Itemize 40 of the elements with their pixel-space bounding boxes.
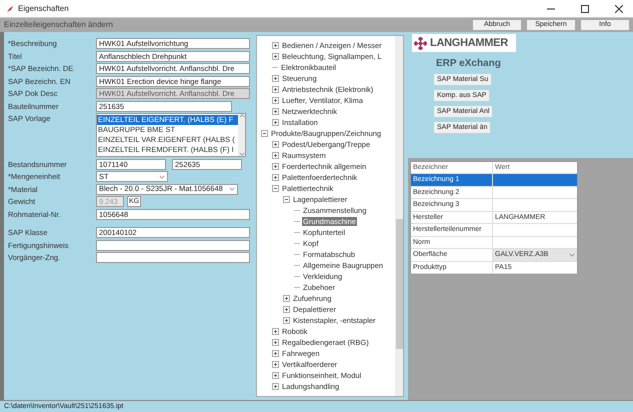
expand-icon[interactable] [272, 119, 279, 126]
collapse-icon[interactable] [261, 130, 268, 137]
scrollbar[interactable] [238, 114, 245, 156]
expand-icon[interactable] [272, 361, 279, 368]
expand-icon[interactable] [272, 152, 279, 159]
chevron-down-icon [229, 187, 235, 191]
input-field[interactable] [96, 240, 250, 250]
app-icon [6, 4, 14, 12]
expand-icon[interactable] [272, 339, 279, 346]
expand-icon[interactable] [272, 350, 279, 357]
expand-icon[interactable] [272, 328, 279, 335]
header-title: Einzelteileigenschaften ändern [4, 19, 114, 31]
expand-icon[interactable] [283, 295, 290, 302]
collapse-icon[interactable] [283, 196, 290, 203]
expand-icon[interactable] [283, 317, 290, 324]
expand-icon[interactable] [272, 75, 279, 82]
maximize-icon[interactable] [581, 4, 589, 12]
expand-icon[interactable] [272, 141, 279, 148]
chevron-down-icon [159, 174, 165, 178]
expand-icon[interactable] [272, 163, 279, 170]
input-field[interactable] [96, 252, 250, 263]
expand-icon[interactable] [272, 383, 279, 390]
erp-heading: ERP eXchang [436, 57, 502, 71]
expand-icon[interactable] [272, 97, 279, 104]
expand-icon[interactable] [272, 174, 279, 181]
chevron-down-icon [569, 252, 575, 257]
logo-text: LANGHAMMER [430, 36, 508, 51]
collapse-icon[interactable] [272, 185, 279, 192]
expand-icon[interactable] [283, 306, 290, 313]
scrollbar[interactable] [395, 36, 403, 396]
expand-icon[interactable] [272, 372, 279, 379]
expand-icon[interactable] [272, 108, 279, 115]
expand-icon[interactable] [272, 86, 279, 93]
window-title: Eigenschaften [18, 2, 69, 14]
chevron-up-icon [238, 114, 244, 118]
chevron-down-icon [238, 152, 244, 156]
expand-icon[interactable] [272, 53, 279, 60]
close-icon[interactable] [615, 4, 623, 12]
diamond-logo-icon [414, 36, 427, 50]
expand-icon[interactable] [272, 42, 279, 49]
